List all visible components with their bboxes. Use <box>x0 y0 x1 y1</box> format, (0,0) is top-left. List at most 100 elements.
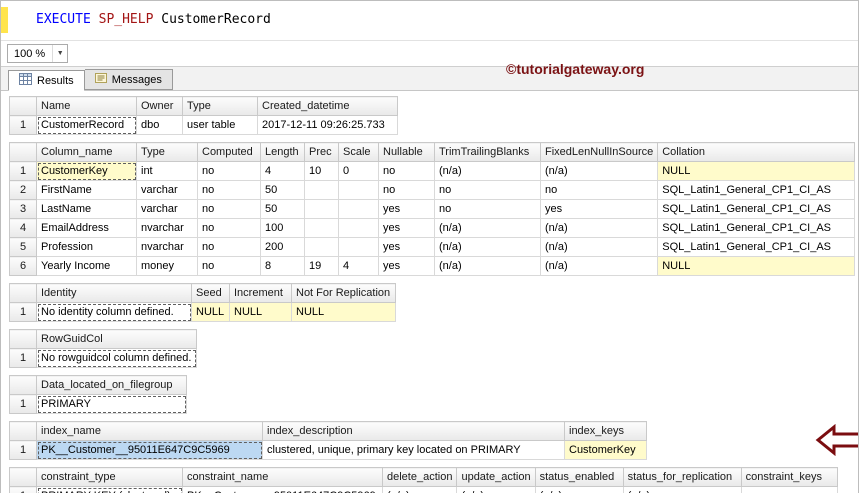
grid-cell[interactable] <box>304 180 339 200</box>
column-header-trimtrailingblanks[interactable]: TrimTrailingBlanks <box>434 142 541 162</box>
grid-cell[interactable]: (n/a) <box>434 237 541 257</box>
grid-cell[interactable]: int <box>136 161 198 181</box>
column-header-computed[interactable]: Computed <box>197 142 261 162</box>
column-header-delete-action[interactable]: delete_action <box>381 467 458 487</box>
column-header-increment[interactable]: Increment <box>229 283 292 303</box>
grid-cell[interactable]: No rowguidcol column defined. <box>36 348 197 368</box>
grid-cell[interactable]: NULL <box>657 161 856 181</box>
grid-cell[interactable]: clustered, unique, primary key located o… <box>262 440 565 460</box>
grid-cell[interactable]: 10 <box>304 161 339 181</box>
column-header-constraint-keys[interactable]: constraint_keys <box>740 467 838 487</box>
row-header[interactable]: 6 <box>9 256 37 276</box>
grid-cell[interactable] <box>338 180 379 200</box>
grid-corner[interactable] <box>9 283 37 303</box>
chevron-down-icon[interactable]: ▼ <box>52 45 67 62</box>
grid-cell[interactable]: PRIMARY <box>36 394 187 414</box>
column-header-name[interactable]: Name <box>36 96 137 116</box>
grid-cell[interactable]: NULL <box>657 256 856 276</box>
grid-cell[interactable]: CustomerKey <box>564 440 647 460</box>
column-header-owner[interactable]: Owner <box>136 96 183 116</box>
grid-cell[interactable]: 4 <box>260 161 305 181</box>
grid-cell[interactable] <box>740 486 838 493</box>
grid-cell[interactable]: (n/a) <box>539 218 659 238</box>
row-header[interactable]: 1 <box>9 115 37 135</box>
column-header-type[interactable]: Type <box>136 142 198 162</box>
grid-cell[interactable]: (n/a) <box>539 256 659 276</box>
grid-cell[interactable]: no <box>378 180 435 200</box>
row-header[interactable]: 4 <box>9 218 37 238</box>
column-header-length[interactable]: Length <box>260 142 305 162</box>
grid-cell[interactable]: 50 <box>260 180 305 200</box>
grid-cell[interactable] <box>338 218 379 238</box>
column-header-prec[interactable]: Prec <box>304 142 339 162</box>
column-header-created-datetime[interactable]: Created_datetime <box>257 96 398 116</box>
grid-cell[interactable]: yes <box>378 199 435 219</box>
grid-cell[interactable]: 0 <box>338 161 379 181</box>
grid-cell[interactable]: (n/a) <box>381 486 458 493</box>
grid-cell[interactable]: (n/a) <box>434 161 541 181</box>
grid-corner[interactable] <box>9 96 37 116</box>
grid-corner[interactable] <box>9 421 37 441</box>
grid-cell[interactable]: (n/a) <box>539 237 659 257</box>
query-editor[interactable]: EXECUTE SP_HELP CustomerRecord <box>1 1 858 41</box>
grid-cell[interactable]: no <box>197 237 261 257</box>
grid-cell[interactable]: NULL <box>229 302 292 322</box>
column-header-index-description[interactable]: index_description <box>262 421 565 441</box>
grid-cell[interactable] <box>304 199 339 219</box>
row-header[interactable]: 1 <box>9 161 37 181</box>
grid-cell[interactable]: no <box>434 180 541 200</box>
column-header-index-keys[interactable]: index_keys <box>564 421 647 441</box>
grid-cell[interactable]: No identity column defined. <box>36 302 192 322</box>
grid-cell[interactable]: yes <box>378 218 435 238</box>
column-header-not-for-replication[interactable]: Not For Replication <box>291 283 396 303</box>
grid-cell[interactable]: Profession <box>36 237 137 257</box>
grid-cell[interactable]: no <box>378 161 435 181</box>
zoom-dropdown[interactable]: 100 % ▼ <box>7 44 69 63</box>
grid-cell[interactable]: no <box>197 218 261 238</box>
grid-cell[interactable] <box>304 237 339 257</box>
column-header-column-name[interactable]: Column_name <box>36 142 137 162</box>
grid-cell[interactable]: Yearly Income <box>36 256 137 276</box>
column-header-data-located-on-filegroup[interactable]: Data_located_on_filegroup <box>36 375 187 395</box>
row-header[interactable]: 2 <box>9 180 37 200</box>
grid-cell[interactable]: 100 <box>260 218 305 238</box>
column-header-scale[interactable]: Scale <box>338 142 379 162</box>
column-header-status-for-replication[interactable]: status_for_replication <box>622 467 742 487</box>
grid-cell[interactable]: (n/a) <box>539 161 659 181</box>
grid-cell[interactable]: SQL_Latin1_General_CP1_CI_AS <box>657 218 856 238</box>
column-header-update-action[interactable]: update_action <box>456 467 536 487</box>
grid-cell[interactable]: NULL <box>291 302 396 322</box>
row-header[interactable]: 5 <box>9 237 37 257</box>
grid-cell[interactable]: FirstName <box>36 180 137 200</box>
grid-cell[interactable]: 200 <box>260 237 305 257</box>
column-header-constraint-type[interactable]: constraint_type <box>36 467 183 487</box>
grid-cell[interactable]: varchar <box>136 199 198 219</box>
grid-cell[interactable] <box>338 237 379 257</box>
column-header-nullable[interactable]: Nullable <box>378 142 435 162</box>
grid-cell[interactable]: 50 <box>260 199 305 219</box>
grid-corner[interactable] <box>9 142 37 162</box>
grid-cell[interactable]: SQL_Latin1_General_CP1_CI_AS <box>657 180 856 200</box>
grid-cell[interactable]: no <box>197 256 261 276</box>
column-header-constraint-name[interactable]: constraint_name <box>182 467 383 487</box>
grid-cell[interactable]: CustomerRecord <box>36 115 137 135</box>
grid-cell[interactable]: yes <box>539 199 659 219</box>
row-header[interactable]: 1 <box>9 302 37 322</box>
grid-cell[interactable]: (n/a) <box>456 486 536 493</box>
grid-cell[interactable]: money <box>136 256 198 276</box>
grid-cell[interactable]: PRIMARY KEY (clustered) <box>36 486 183 493</box>
grid-corner[interactable] <box>9 467 37 487</box>
grid-cell[interactable]: nvarchar <box>136 218 198 238</box>
grid-cell[interactable]: NULL <box>191 302 230 322</box>
grid-cell[interactable]: (n/a) <box>434 256 541 276</box>
column-header-rowguidcol[interactable]: RowGuidCol <box>36 329 197 349</box>
grid-cell[interactable]: no <box>197 199 261 219</box>
tab-messages[interactable]: Messages <box>84 69 173 90</box>
grid-cell[interactable]: yes <box>378 256 435 276</box>
grid-cell[interactable]: LastName <box>36 199 137 219</box>
grid-cell[interactable]: 19 <box>304 256 339 276</box>
grid-cell[interactable]: no <box>197 161 261 181</box>
column-header-index-name[interactable]: index_name <box>36 421 263 441</box>
grid-cell[interactable]: (n/a) <box>622 486 742 493</box>
column-header-status-enabled[interactable]: status_enabled <box>534 467 624 487</box>
